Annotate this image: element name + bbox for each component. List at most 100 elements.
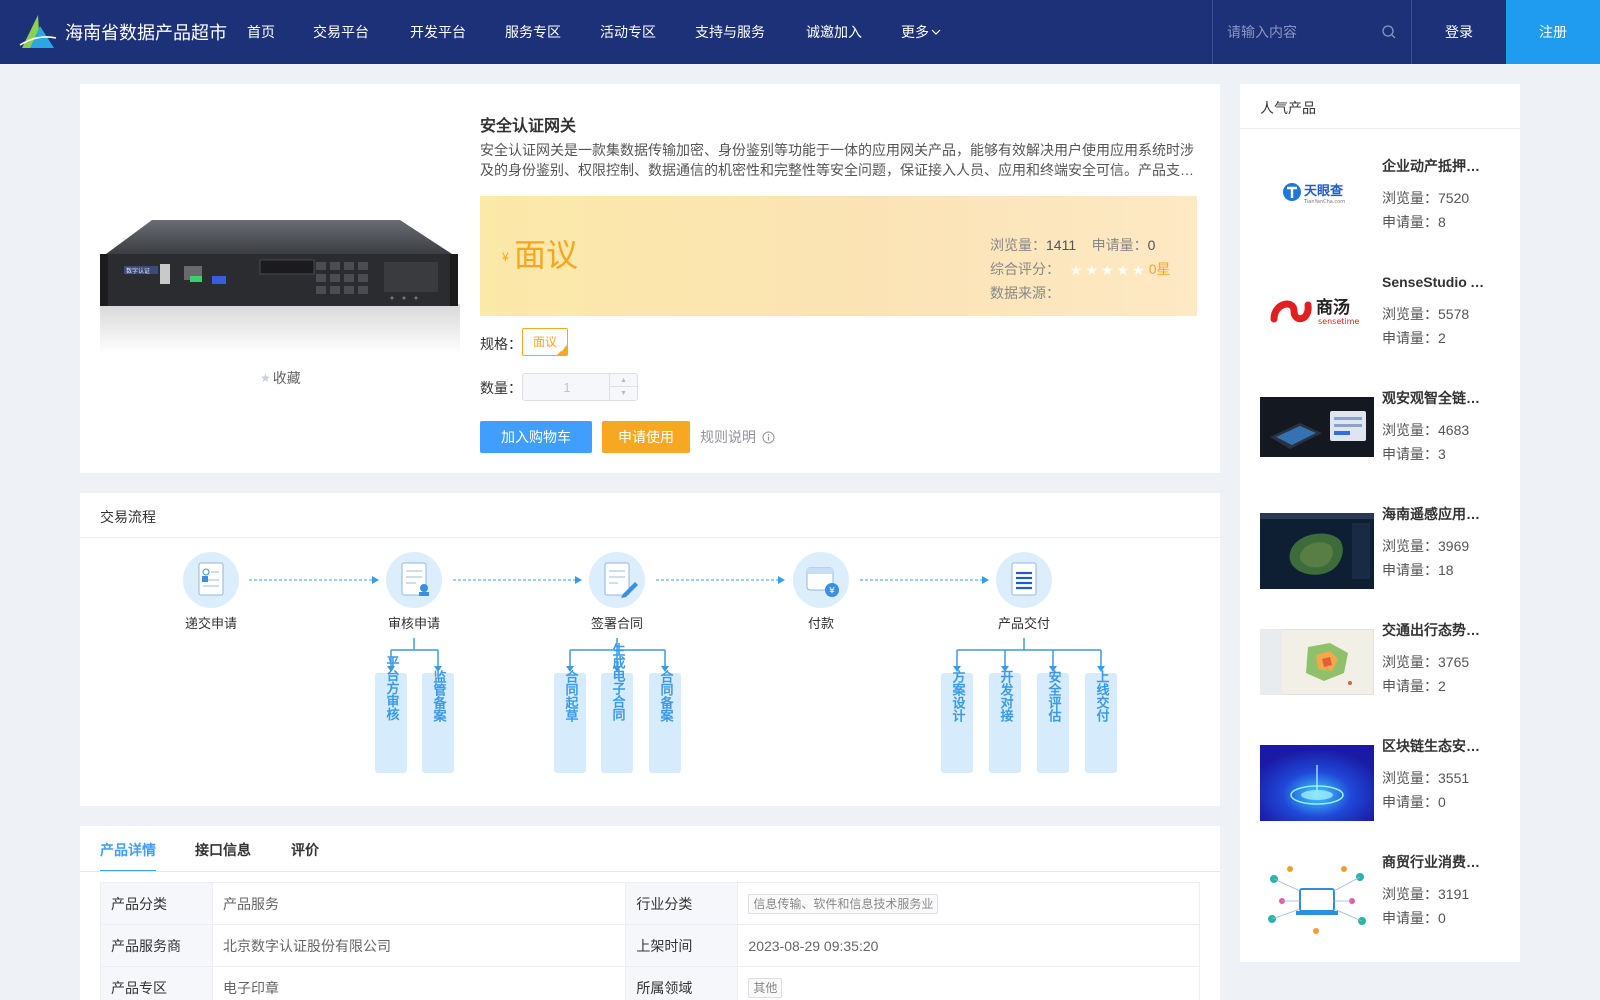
applies-value: 2 [1438, 678, 1446, 694]
popular-product-name[interactable]: 观安观智全链路数据安全平台 [1382, 388, 1492, 408]
applies-value: 0 [1438, 794, 1446, 810]
provider-value: 北京数字认证股份有限公司 [211, 924, 627, 967]
provider-label: 产品服务商 [100, 924, 213, 967]
product-title: 安全认证网关 [480, 118, 577, 135]
nav-trading-platform[interactable]: 交易平台 [313, 0, 369, 64]
applies-label: 申请量： [1091, 237, 1148, 253]
popular-product-name[interactable]: SenseStudio AI开发平台 [1382, 272, 1492, 292]
step-label-review: 审核申请 [388, 616, 440, 631]
popular-product-name[interactable]: 交通出行态势分析 [1382, 620, 1492, 640]
applies-value: 18 [1438, 562, 1454, 578]
views-value: 7520 [1438, 190, 1470, 206]
views-label: 浏览量： [1382, 886, 1438, 902]
popular-products-sidebar: 人气产品 天眼查 TianYanCha.com 企业动产抵押信息查询 浏览量：7… [1240, 84, 1520, 962]
popular-product-name[interactable]: 区块链生态安全服务 [1382, 736, 1492, 756]
popular-product-views: 浏览量：5578 [1382, 304, 1469, 324]
sub-step-security-assessment: 安全评估 [1046, 669, 1063, 723]
check-icon: ✓ [560, 347, 566, 354]
nav-home[interactable]: 首页 [247, 0, 275, 64]
zone-value: 电子印章 [211, 966, 627, 1000]
nav-join[interactable]: 诚邀加入 [806, 0, 862, 64]
list-item[interactable]: 海南遥感应用服务平台 浏览量：3969 申请量：18 [1260, 504, 1500, 600]
details-card: 产品详情 接口信息 评价 产品分类 产品服务 行业分类 信息传输、软件和信息技术… [80, 826, 1220, 1000]
step-submit-icon [183, 552, 239, 608]
star-icon: ★ [1085, 261, 1099, 278]
search-icon[interactable] [1381, 24, 1397, 40]
chevron-down-icon [931, 29, 941, 35]
listed-time-label: 上架时间 [625, 924, 739, 967]
tab-product-details[interactable]: 产品详情 [100, 840, 156, 860]
thumb-brand-text: 天眼查 [1304, 183, 1344, 199]
nav-dev-platform[interactable]: 开发平台 [410, 0, 466, 64]
nav-service-zone[interactable]: 服务专区 [505, 0, 561, 64]
register-button[interactable]: 注册 [1506, 0, 1600, 64]
spec-label: 规格： [480, 336, 522, 352]
quantity-decrease-button[interactable]: ▼ [609, 387, 637, 400]
popular-product-applies: 申请量：0 [1382, 792, 1446, 812]
industry-label: 行业分类 [625, 882, 739, 925]
zone-label: 产品专区 [100, 966, 213, 1000]
price-value: 面议 [514, 237, 579, 273]
popular-product-applies: 申请量：8 [1382, 212, 1446, 232]
trade-flow-card: 交易流程 ¥ 递交申请 审核申请 签署合同 付款 产品交付 平台方审核 监管备案… [80, 493, 1220, 806]
list-item[interactable]: 商贸行业消费数据分析 浏览量：3191 申请量：0 [1260, 852, 1500, 948]
popular-product-name[interactable]: 海南遥感应用服务平台 [1382, 504, 1492, 524]
nav-more[interactable]: 更多 [901, 0, 941, 64]
quantity-stepper: ▲ ▼ [522, 373, 638, 401]
quantity-input[interactable] [523, 374, 611, 400]
source-line: 数据来源： [990, 283, 1060, 303]
star-icon: ★ [260, 371, 271, 385]
applies-value: 0 [1438, 910, 1446, 926]
views-value: 4683 [1438, 422, 1470, 438]
svg-text:¥: ¥ [829, 587, 835, 597]
apply-button[interactable]: 申请使用 [602, 421, 690, 453]
product-thumbnail [1260, 397, 1374, 457]
sub-step-contract-draft: 合同起草 [563, 669, 580, 723]
nav-support[interactable]: 支持与服务 [695, 0, 765, 64]
applies-label: 申请量： [1382, 214, 1438, 230]
rules-link[interactable]: 规则说明 [700, 421, 775, 453]
popular-product-applies: 申请量：0 [1382, 908, 1446, 928]
list-item[interactable]: 观安观智全链路数据安全平台 浏览量：4683 申请量：3 [1260, 388, 1500, 484]
popular-product-views: 浏览量：3969 [1382, 536, 1469, 556]
rating-value: 0星 [1148, 261, 1171, 277]
add-to-cart-button[interactable]: 加入购物车 [480, 421, 592, 453]
tab-reviews[interactable]: 评价 [291, 840, 319, 860]
spec-option[interactable]: 面议 ✓ [522, 328, 568, 356]
domain-tag: 其他 [748, 977, 783, 998]
product-card: 数字认证 ★ 收藏 安全认证网关 安全认证网关是一款集数据传输加密、身份鉴别等功… [80, 84, 1220, 473]
quantity-increase-button[interactable]: ▲ [609, 374, 637, 387]
top-navbar: 海南省数据产品超市 首页 交易平台 开发平台 服务专区 活动专区 支持与服务 诚… [0, 0, 1600, 64]
applies-label: 申请量： [1382, 678, 1438, 694]
star-icon: ★ [1101, 261, 1114, 278]
product-thumbnail [1260, 513, 1374, 589]
applies-label: 申请量： [1382, 330, 1438, 346]
source-label: 数据来源： [990, 285, 1060, 301]
step-label-contract: 签署合同 [591, 616, 643, 631]
sub-step-dev-integration: 开发对接 [998, 670, 1015, 723]
popular-product-name[interactable]: 企业动产抵押信息查询 [1382, 156, 1492, 176]
sub-step-contract-filing: 合同备案 [658, 669, 675, 723]
step-label-delivery: 产品交付 [998, 616, 1050, 631]
list-item[interactable]: 区块链生态安全服务 浏览量：3551 申请量：0 [1260, 736, 1500, 832]
info-icon [762, 431, 775, 443]
views-label: 浏览量： [1382, 422, 1438, 438]
spec-option-label: 面议 [532, 335, 557, 349]
list-item[interactable]: 交通出行态势分析 浏览量：3765 申请量：2 [1260, 620, 1500, 716]
popular-product-applies: 申请量：18 [1382, 560, 1454, 580]
login-button[interactable]: 登录 [1412, 0, 1506, 64]
favorite-button[interactable]: ★ 收藏 [260, 368, 301, 388]
list-item[interactable]: 天眼查 TianYanCha.com 企业动产抵押信息查询 浏览量：7520 申… [1260, 156, 1500, 252]
price-panel: ¥ 面议 浏览量：1411 申请量：0 综合评分： ★ ★ ★ ★ ★ 0星 数… [480, 196, 1197, 316]
popular-product-name[interactable]: 商贸行业消费数据分析 [1382, 852, 1492, 872]
category-value: 产品服务 [211, 882, 627, 925]
search-input[interactable] [1227, 20, 1377, 44]
tab-api-info[interactable]: 接口信息 [195, 840, 251, 860]
listed-time-value: 2023-08-29 09:35:20 [737, 924, 1200, 967]
star-icon: ★ [1069, 261, 1083, 278]
list-item[interactable]: 商汤 sensetime SenseStudio AI开发平台 浏览量：5578… [1260, 272, 1500, 368]
brand[interactable]: 海南省数据产品超市 [18, 12, 227, 52]
qty-label: 数量： [480, 380, 522, 396]
product-description: 安全认证网关是一款集数据传输加密、身份鉴别等功能于一体的应用网关产品，能够有效解… [480, 142, 1194, 178]
nav-activity-zone[interactable]: 活动专区 [600, 0, 656, 64]
